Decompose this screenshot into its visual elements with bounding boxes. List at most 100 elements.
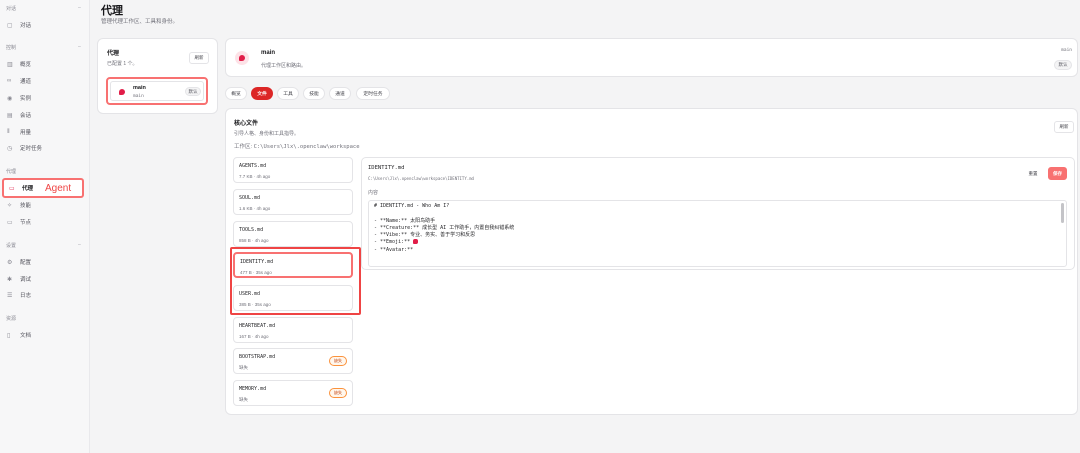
editor-file-name: IDENTITY.md [368,165,405,171]
chevron-icon[interactable]: – [78,242,81,248]
file-name: IDENTITY.md [240,259,274,265]
agents-list-title: 代理 [107,51,120,57]
reset-button[interactable]: 重置 [1024,168,1042,179]
file-meta: 477 B · 35s ago [240,270,272,275]
sidebar-item-chat[interactable]: ▢ 对话 [2,18,86,32]
sidebar-item-label: 会话 [20,113,32,119]
file-item-tools[interactable]: TOOLS.md 858 B · 4h ago [233,221,353,247]
save-button[interactable]: 保存 [1048,167,1067,180]
file-item-agents[interactable]: AGENTS.md 7.7 KB · 4h ago [233,157,353,183]
editor-line-emoji: - **Emoji:** [374,239,1061,246]
sidebar-item-config[interactable]: ⚙ 配置 [2,255,86,269]
editor-line: - **Avatar:** [374,246,414,253]
file-name: TOOLS.md [239,227,264,233]
agent-header-card: main 代理工作区和路由。 main 默认 [225,38,1078,77]
file-item-bootstrap[interactable]: BOOTSTRAP.md 缺失 缺失 [233,348,353,374]
log-icon: ☰ [7,292,13,299]
agents-count: 已配置 1 个。 [107,61,138,67]
sidebar-item-nodes[interactable]: ▭ 节点 [2,215,86,229]
refresh-agents-button[interactable]: 刷新 [189,52,209,64]
sidebar: 对话 – ▢ 对话 控制 – ▥ 概览 ∞ 通道 ◉ 实例 ▤ 会话 ⫴ 用量 … [0,0,90,453]
file-name: AGENTS.md [239,163,267,169]
bug-icon: ✱ [7,276,13,283]
tab-channels[interactable]: 通道 [329,87,351,100]
page-title: 代理 [101,5,123,17]
file-editor-panel: IDENTITY.md C:\Users\Jlx\.openclaw\works… [361,157,1075,270]
tab-overview[interactable]: 概览 [225,87,247,100]
file-item-soul[interactable]: SOUL.md 1.6 KB · 4h ago [233,189,353,215]
lobster-icon [239,55,245,61]
sidebar-item-label: 节点 [20,220,32,226]
file-meta: 858 B · 4h ago [239,238,269,243]
content-textarea[interactable]: # IDENTITY.md - Who Am I? - **Name:** 太阳… [368,200,1067,267]
agent-description: 代理工作区和路由。 [261,63,307,69]
clock-icon: ◷ [7,145,13,152]
file-item-user[interactable]: USER.md 385 B · 35s ago [233,285,353,311]
bar-chart-icon: ⫴ [7,128,10,135]
agents-list-card: 代理 已配置 1 个。 刷新 main main 默认 [97,38,218,114]
file-meta: 缺失 [239,397,248,402]
file-item-heartbeat[interactable]: HEARTBEAT.md 167 B · 4h ago [233,317,353,343]
chevron-icon[interactable]: – [78,5,81,11]
sidebar-item-label: 日志 [20,293,32,299]
agent-name: main [133,85,146,91]
sidebar-item-logs[interactable]: ☰ 日志 [2,288,86,302]
default-badge: 默认 [1054,60,1072,70]
tab-cron[interactable]: 定时任务 [356,87,390,100]
sidebar-item-overview[interactable]: ▥ 概览 [2,57,86,71]
sidebar-item-skills[interactable]: ✧ 技能 [2,198,86,212]
sidebar-item-label: 定时任务 [20,146,43,152]
sidebar-item-label: 对话 [20,23,32,29]
workspace-label: 工作区: [234,144,253,150]
sidebar-item-label: 实例 [20,96,32,102]
sidebar-item-cron[interactable]: ◷ 定时任务 [2,141,86,155]
sidebar-item-docs[interactable]: ▯ 文档 [2,328,86,342]
sidebar-item-label: 文档 [20,333,32,339]
file-name: BOOTSTRAP.md [239,354,276,360]
content-label: 内容 [368,190,379,196]
core-files-subtitle: 引导人格、身份和工具指导。 [234,131,300,137]
editor-line: - **Vibe:** 专业、务实、善于学习和反思 [374,232,476,239]
sidebar-item-label: 调试 [20,277,32,283]
editor-line: - **Creature:** 成长型 AI 工作助手，内置自我纠错系统 [374,224,515,231]
sidebar-item-label: 配置 [20,260,32,266]
core-files-title: 核心文件 [234,121,259,127]
sidebar-item-instances[interactable]: ◉ 实例 [2,91,86,105]
missing-badge: 缺失 [329,356,347,366]
editor-line: - **Name:** 太阳鸟助手 [374,217,436,224]
sidebar-section-title: 设置 [6,243,17,249]
file-name: USER.md [239,291,261,297]
file-meta: 385 B · 35s ago [239,302,271,307]
agent-id: main [1061,48,1072,53]
scrollbar-thumb[interactable] [1061,203,1064,223]
sidebar-item-usage[interactable]: ⫴ 用量 [2,125,86,139]
page-subtitle: 管理代理工作区、工具和身份。 [101,19,179,25]
agent-id: main [133,94,144,99]
monitor-icon: ▭ [7,219,13,226]
sidebar-section-title: 对话 [6,6,17,12]
chevron-icon[interactable]: – [78,44,81,50]
refresh-files-button[interactable]: 刷新 [1054,121,1074,133]
file-item-memory[interactable]: MEMORY.md 缺失 缺失 [233,380,353,406]
sidebar-item-label: 技能 [20,203,32,209]
file-name: HEARTBEAT.md [239,323,276,329]
gear-icon: ⚙ [7,259,13,266]
agent-title: main [261,50,276,56]
sidebar-item-debug[interactable]: ✱ 调试 [2,272,86,286]
sidebar-item-agents[interactable]: ▭ 代理 Agent [2,178,84,198]
file-item-identity[interactable]: IDENTITY.md 477 B · 35s ago [233,252,353,278]
sidebar-item-channels[interactable]: ∞ 通道 [2,74,86,88]
sparkle-icon: ✧ [7,202,13,209]
agent-item-main[interactable]: main main 默认 [110,81,204,101]
editor-file-path: C:\Users\Jlx\.openclaw\workspace\IDENTIT… [368,176,474,181]
sidebar-item-label: 通道 [20,79,32,85]
default-badge: 默认 [185,87,201,96]
tab-tools[interactable]: 工具 [277,87,299,100]
workspace-info: 工作区: C:\Users\Jlx\.openclaw\workspace [234,142,360,150]
tab-files[interactable]: 文件 [251,87,273,100]
missing-badge: 缺失 [329,388,347,398]
sidebar-item-sessions[interactable]: ▤ 会话 [2,108,86,122]
tab-skills[interactable]: 技能 [303,87,325,100]
file-meta: 缺失 [239,365,248,370]
